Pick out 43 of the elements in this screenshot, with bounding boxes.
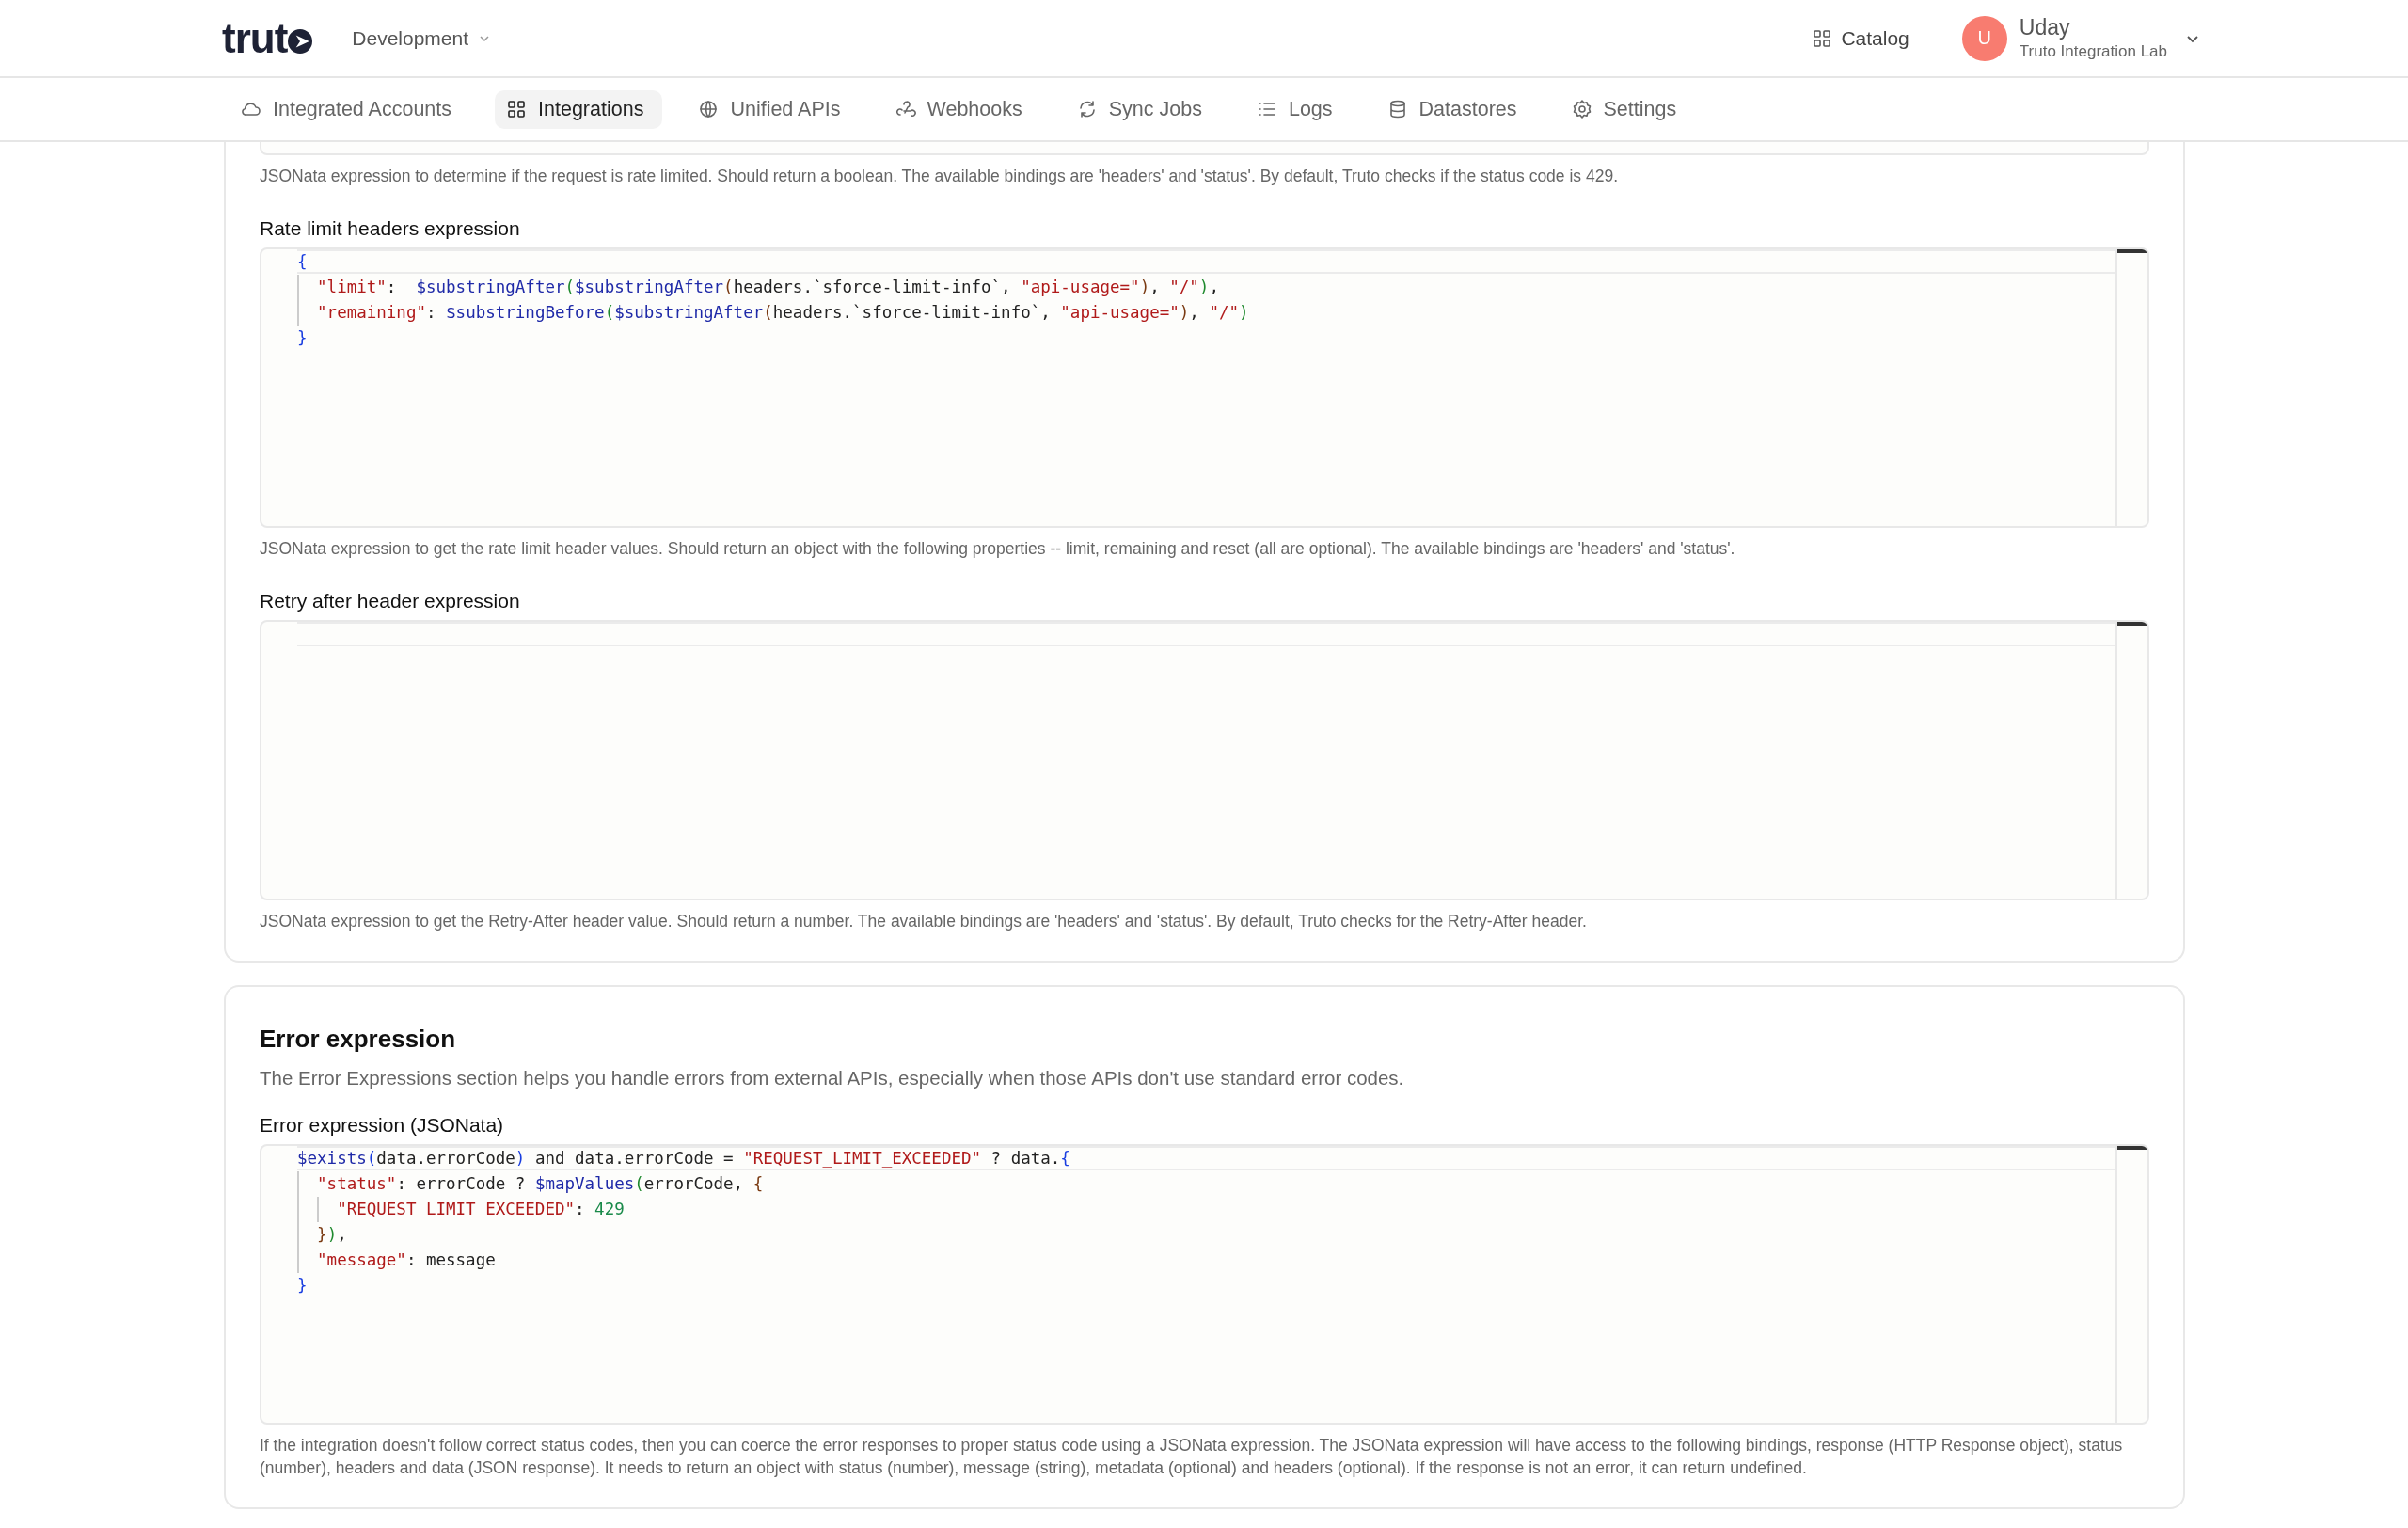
logo-mark-icon <box>288 29 313 54</box>
code-line: "message": message <box>297 1248 496 1273</box>
settings-icon <box>1571 99 1592 119</box>
help-text: JSONata expression to determine if the request is rate limited. Should return a boolean. The available bindings are 'headers' and 'status'. By default, Truto checks if the status code is 429. <box>260 166 1619 187</box>
nav-tab[interactable]: Datastores <box>1375 89 1536 129</box>
code-line: "limit": $substringAfter($substringAfter(headers.`sforce-limit-info`, "api-usage="), "/"), <box>297 275 1219 300</box>
webhook-icon <box>895 99 916 119</box>
nav-tab[interactable]: Sync Jobs <box>1065 89 1221 129</box>
nav-tab[interactable]: Settings <box>1560 89 1696 129</box>
nav-tab[interactable]: Integrations <box>495 89 663 129</box>
help-text: JSONata expression to get the Retry-After header value. Should return a number. The available bindings are 'headers' and 'status'. By default, Truto checks for the Retry-After header. <box>260 911 1588 932</box>
help-text: If the integration doesn't follow correct status codes, then you can coerce the error responses to proper status code using a JSONata expression. The JSONata expression will have access to the following bindings, response (HTTP Response object), status (number), headers and data (JSON response). It needs to return an object with status (number), message (string), metadata (optional) and headers (optional). If the response is not an error, it can return undefined. <box>260 1435 2124 1479</box>
grid-icon <box>1813 28 1832 48</box>
nav-tab[interactable]: Unified APIs <box>687 89 860 129</box>
scrollbar-thumb[interactable] <box>2117 249 2147 253</box>
organization-name: Truto Integration Lab <box>2019 42 2167 61</box>
grid-icon <box>506 99 528 119</box>
code-line: } <box>297 1275 308 1297</box>
nav-tab[interactable]: Webhooks <box>883 89 1041 129</box>
section-title: Error expression <box>260 1025 457 1054</box>
code-line: $exists(data.errorCode) and data.errorCode = "REQUEST_LIMIT_EXCEEDED" ? data.{ <box>297 1148 1070 1170</box>
globe-icon <box>698 99 720 119</box>
code-editor[interactable]: { "limit": $substringAfter($substringAfter(headers.`sforce-limit-info`, "api-usage="), "/"), "remaining": $substringBefore($substringAfter(headers.`sforce-limit-info`, "api-usage="), "/") } <box>260 247 2149 528</box>
environment-dropdown[interactable]: Development <box>348 23 496 54</box>
user-name: Uday <box>2019 15 2071 40</box>
code-line: }), <box>297 1222 347 1248</box>
code-line: "status": errorCode ? $mapValues(errorCode, { <box>297 1171 764 1197</box>
field-label: Error expression (JSONata) <box>260 1114 505 1137</box>
field-label: Rate limit headers expression <box>260 217 521 240</box>
code-line: } <box>297 327 308 349</box>
code-line: "REQUEST_LIMIT_EXCEEDED": 429 <box>297 1197 625 1222</box>
nav-tab[interactable]: Logs <box>1244 89 1352 129</box>
nav-tab[interactable]: Integrated Accounts <box>230 89 471 129</box>
scrollbar-thumb[interactable] <box>2117 1146 2147 1150</box>
scrollbar-thumb[interactable] <box>2117 622 2147 626</box>
code-line: "remaining": $substringBefore($substringAfter(headers.`sforce-limit-info`, "api-usage="), "/") <box>297 300 1249 326</box>
code-editor[interactable]: $exists(data.errorCode) and data.errorCode = "REQUEST_LIMIT_EXCEEDED" ? data.{ "status": errorCode ? $mapValues(errorCode, { "REQUEST_LIMIT_EXCEEDED": 429 }), "message": message } <box>260 1144 2149 1425</box>
logo-text: trut <box>222 17 288 59</box>
catalog-button[interactable]: Catalog <box>1807 25 1915 51</box>
code-line: { <box>297 251 308 273</box>
section-description: The Error Expressions section helps you handle errors from external APIs, especially when those APIs don't use standard error codes. <box>260 1067 1405 1090</box>
help-text: JSONata expression to get the rate limit header values. Should return an object with the following properties -- limit, remaining and reset (all are optional). The available bindings are 'headers' and 'status'. <box>260 538 1736 560</box>
field-label: Retry after header expression <box>260 590 521 613</box>
